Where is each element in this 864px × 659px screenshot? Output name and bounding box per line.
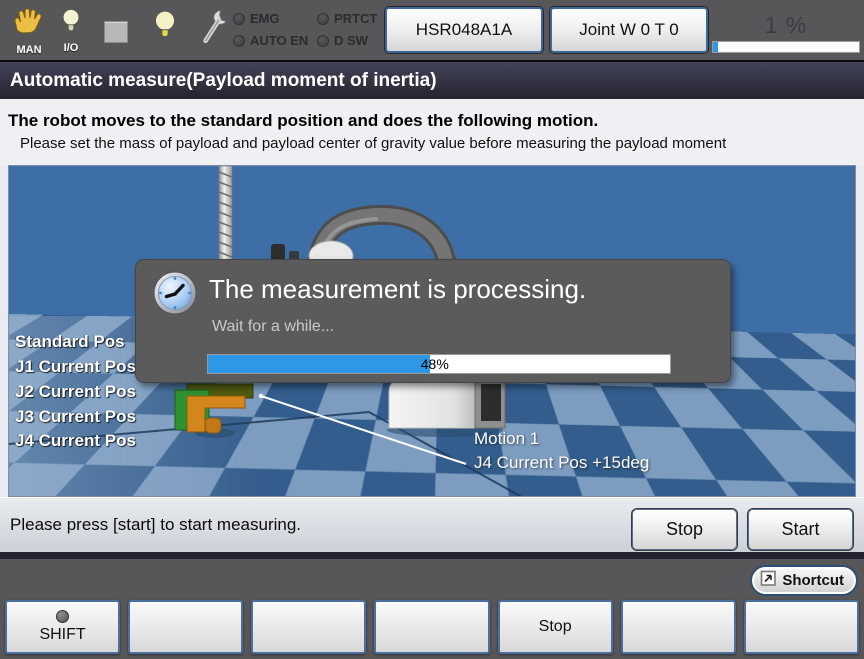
manual-mode-label: MAN bbox=[16, 44, 41, 56]
shortcut-icon bbox=[760, 570, 777, 591]
fkey-7[interactable] bbox=[744, 600, 859, 654]
status-indicators: EMG PRTCT AUTO EN D SW bbox=[233, 11, 377, 48]
function-key-bar: Shortcut SHIFT Stop bbox=[0, 559, 864, 659]
motion-line2: J4 Current Pos +15deg bbox=[474, 451, 649, 475]
square-icon bbox=[104, 21, 128, 43]
position-label-j3: J3 Current Pos bbox=[15, 407, 136, 427]
shortcut-button[interactable]: Shortcut bbox=[750, 565, 858, 596]
page-title: Automatic measure(Payload moment of iner… bbox=[10, 70, 437, 91]
fkey-4[interactable] bbox=[374, 600, 489, 654]
fkey-2[interactable] bbox=[128, 600, 243, 654]
speed-progress-bar bbox=[712, 41, 860, 53]
motion-line1: Motion 1 bbox=[474, 427, 649, 451]
instruction-line1: The robot moves to the standard position… bbox=[0, 99, 864, 131]
fkey-6[interactable] bbox=[621, 600, 736, 654]
function-keys: SHIFT Stop bbox=[5, 600, 859, 654]
clock-icon bbox=[152, 270, 198, 321]
dialog-subtitle: Wait for a while... bbox=[212, 318, 334, 336]
speed-progress-fill bbox=[713, 42, 718, 52]
lamp-button[interactable] bbox=[153, 10, 177, 47]
io-button[interactable]: I/O bbox=[60, 8, 82, 54]
robot-3d-view: Standard Pos J1 Current Pos J2 Current P… bbox=[8, 165, 856, 497]
processing-dialog: The measurement is processing. Wait for … bbox=[135, 259, 731, 383]
hand-icon bbox=[12, 8, 46, 43]
prompt-bar: Please press [start] to start measuring.… bbox=[0, 497, 864, 552]
position-label-j4: J4 Current Pos bbox=[15, 431, 136, 451]
d-sw-led-icon bbox=[317, 35, 329, 47]
auto-en-led-icon bbox=[233, 35, 245, 47]
measurement-progress-label: 48% bbox=[421, 354, 449, 374]
io-label: I/O bbox=[64, 42, 79, 54]
coordinate-mode-button[interactable]: Joint W 0 T 0 bbox=[550, 7, 708, 53]
manual-mode-button[interactable]: MAN bbox=[12, 8, 46, 56]
top-status-bar: MAN I/O EMG PRTCT AUTO EN D SW HS bbox=[0, 0, 864, 60]
instruction-area: The robot moves to the standard position… bbox=[0, 99, 864, 165]
bulb-icon bbox=[60, 8, 82, 41]
wrench-icon bbox=[198, 8, 228, 51]
tools-button[interactable] bbox=[198, 8, 228, 51]
indicator-auto-en: AUTO EN bbox=[233, 33, 317, 48]
measurement-progress-bar: 48% bbox=[207, 354, 671, 374]
prtct-led-icon bbox=[317, 13, 329, 25]
emg-led-icon bbox=[233, 13, 245, 25]
fkey-3[interactable] bbox=[251, 600, 366, 654]
shortcut-label: Shortcut bbox=[782, 572, 844, 589]
dialog-title: The measurement is processing. bbox=[209, 274, 586, 305]
stop-square-button[interactable] bbox=[104, 21, 128, 43]
position-label-j1: J1 Current Pos bbox=[15, 357, 136, 377]
motion-annotation: Motion 1 J4 Current Pos +15deg bbox=[474, 427, 649, 475]
indicator-d-sw: D SW bbox=[317, 33, 377, 48]
page-title-bar: Automatic measure(Payload moment of iner… bbox=[0, 62, 864, 99]
footer-divider bbox=[0, 552, 864, 559]
position-label-standard: Standard Pos bbox=[15, 332, 125, 352]
speed-indicator: 1 % bbox=[712, 12, 860, 53]
teach-pendant-screen: MAN I/O EMG PRTCT AUTO EN D SW HS bbox=[0, 0, 864, 659]
indicator-emg: EMG bbox=[233, 11, 317, 26]
position-label-j2: J2 Current Pos bbox=[15, 382, 136, 402]
prompt-message: Please press [start] to start measuring. bbox=[10, 515, 301, 535]
speed-percent-label: 1 % bbox=[712, 12, 860, 39]
fkey-shift[interactable]: SHIFT bbox=[5, 600, 120, 654]
robot-model-button[interactable]: HSR048A1A bbox=[385, 7, 543, 53]
indicator-prtct: PRTCT bbox=[317, 11, 377, 26]
stop-button[interactable]: Stop bbox=[632, 509, 737, 550]
instruction-line2: Please set the mass of payload and paylo… bbox=[0, 131, 864, 152]
measurement-progress-fill bbox=[208, 355, 430, 373]
start-button[interactable]: Start bbox=[748, 509, 853, 550]
fkey-stop[interactable]: Stop bbox=[498, 600, 613, 654]
bulb-icon bbox=[153, 10, 177, 47]
shift-led-icon bbox=[56, 610, 69, 623]
